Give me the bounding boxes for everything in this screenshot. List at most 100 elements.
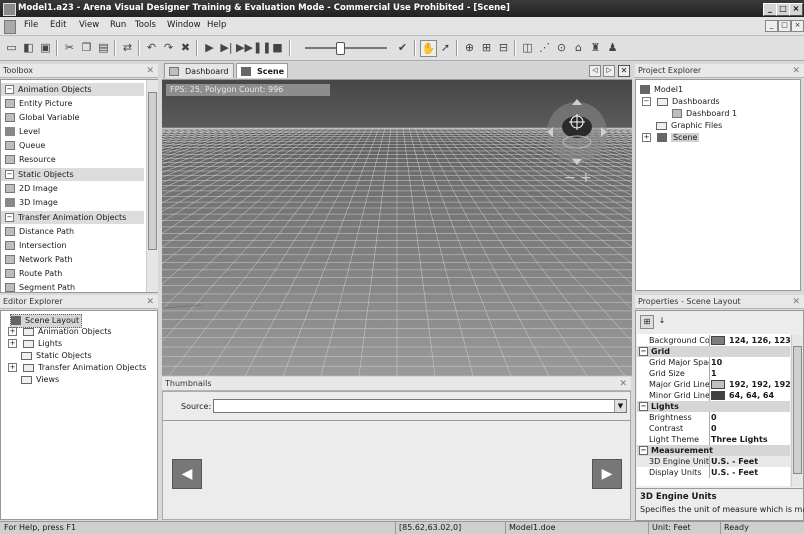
thumbnails-close-icon[interactable]: ✕ bbox=[619, 377, 627, 391]
tab-scene[interactable]: Scene bbox=[236, 63, 288, 78]
paste-icon[interactable]: ▤ bbox=[96, 40, 111, 55]
delete-icon[interactable]: ✖ bbox=[178, 40, 193, 55]
mdi-minimize-button[interactable]: _ bbox=[765, 20, 778, 32]
cut-icon[interactable]: ✂ bbox=[62, 40, 77, 55]
hand-pan-icon[interactable]: ✋ bbox=[420, 40, 437, 57]
minimize-button[interactable]: _ bbox=[763, 3, 777, 16]
prop-category-grid[interactable]: − Grid bbox=[637, 346, 790, 357]
prop-grid-size[interactable]: Grid Size 1 bbox=[637, 368, 790, 379]
prop-major-grid-line-color[interactable]: Major Grid Line C192, 192, 192 bbox=[637, 379, 791, 390]
fast-forward-icon[interactable]: ▶▶ bbox=[236, 40, 253, 55]
menu-run[interactable]: Run bbox=[110, 20, 126, 30]
source-dropdown[interactable]: ▼ bbox=[213, 399, 627, 413]
prop-3d-engine-units[interactable]: 3D Engine Units U.S. - Feet bbox=[637, 456, 790, 467]
open-file-icon[interactable]: ◧ bbox=[21, 40, 36, 55]
zoom-icon[interactable]: ⊙ bbox=[554, 40, 569, 55]
navigation-widget[interactable]: − + bbox=[542, 94, 622, 184]
speed-slider-track[interactable] bbox=[305, 47, 387, 49]
mdi-close-button[interactable]: × bbox=[791, 20, 804, 32]
prop-minor-grid-line-color[interactable]: Minor Grid Line C64, 64, 64 bbox=[637, 390, 790, 401]
menu-view[interactable]: View bbox=[79, 20, 99, 30]
prop-light-theme[interactable]: Light Theme Three Lights bbox=[637, 434, 790, 445]
tree-scene[interactable]: + Scene bbox=[642, 132, 700, 144]
toolbox-item-global-variable[interactable]: Global Variable bbox=[5, 111, 79, 124]
save-icon[interactable]: ▣ bbox=[38, 40, 53, 55]
new-file-icon[interactable]: ▭ bbox=[4, 40, 19, 55]
prop-contrast[interactable]: Contrast 0 bbox=[637, 423, 790, 434]
toolbox-category-static[interactable]: − Static Objects bbox=[1, 168, 144, 181]
chevron-down-icon[interactable]: ▼ bbox=[614, 400, 626, 412]
pointer-icon[interactable]: ➚ bbox=[438, 40, 453, 55]
properties-scrollbar[interactable] bbox=[791, 335, 803, 487]
play-icon[interactable]: ▶ bbox=[202, 40, 217, 55]
toolbox-item-level[interactable]: Level bbox=[5, 125, 40, 138]
close-button[interactable]: × bbox=[789, 3, 803, 16]
menu-edit[interactable]: Edit bbox=[50, 20, 66, 30]
menu-file[interactable]: File bbox=[24, 20, 38, 30]
prop-brightness[interactable]: Brightness 0 bbox=[637, 412, 790, 423]
copy-icon[interactable]: ❐ bbox=[79, 40, 94, 55]
home-icon[interactable]: ⌂ bbox=[571, 40, 586, 55]
plot-icon[interactable]: ⋰ bbox=[537, 40, 552, 55]
properties-scroll-thumb[interactable] bbox=[793, 346, 802, 474]
check-icon[interactable]: ✔ bbox=[395, 40, 410, 55]
toolbox-item-route-path[interactable]: Route Path bbox=[5, 267, 62, 280]
prop-grid-major-spacing[interactable]: Grid Major Spacin10 bbox=[637, 357, 790, 368]
stop-icon[interactable]: ■ bbox=[270, 40, 285, 55]
toolbox-item-resource[interactable]: Resource bbox=[5, 153, 56, 166]
tree-dashboards[interactable]: − Dashboards bbox=[642, 96, 720, 108]
project-explorer-close-icon[interactable]: ✕ bbox=[792, 64, 800, 78]
tree-dashboard-1[interactable]: Dashboard 1 bbox=[672, 108, 737, 120]
prop-category-measurement[interactable]: − Measurement bbox=[637, 445, 790, 456]
toolbox-item-queue[interactable]: Queue bbox=[5, 139, 45, 152]
layout-icon[interactable]: ⊟ bbox=[496, 40, 511, 55]
tree-lights[interactable]: + Lights bbox=[8, 338, 62, 350]
chart-icon[interactable]: ◫ bbox=[520, 40, 535, 55]
thumbnails-prev-button[interactable]: ◀ bbox=[172, 459, 202, 489]
undo-icon[interactable]: ↶ bbox=[144, 40, 159, 55]
tree-graphic-files[interactable]: Graphic Files bbox=[656, 120, 722, 132]
entity-icon[interactable]: ♟ bbox=[605, 40, 620, 55]
toolbox-scroll-thumb[interactable] bbox=[148, 92, 157, 250]
toolbox-item-entity-picture[interactable]: Entity Picture bbox=[5, 97, 72, 110]
toolbox-close-icon[interactable]: ✕ bbox=[146, 64, 154, 78]
tab-scroll-right-icon[interactable]: ▷ bbox=[603, 65, 615, 77]
tree-transfer-animation-objects[interactable]: + Transfer Animation Objects bbox=[8, 362, 146, 374]
redo-icon[interactable]: ↷ bbox=[161, 40, 176, 55]
grid-icon[interactable]: ⊞ bbox=[479, 40, 494, 55]
scene-viewport[interactable]: FPS: 25, Polygon Count: 996 − + bbox=[162, 80, 632, 376]
toolbox-item-distance-path[interactable]: Distance Path bbox=[5, 225, 74, 238]
toolbox-item-intersection[interactable]: Intersection bbox=[5, 239, 67, 252]
prop-display-units[interactable]: Display Units U.S. - Feet bbox=[637, 467, 790, 478]
resource-icon[interactable]: ♜ bbox=[588, 40, 603, 55]
toolbox-item-segment-path[interactable]: Segment Path bbox=[5, 281, 75, 294]
prop-category-lights[interactable]: − Lights bbox=[637, 401, 790, 412]
categorized-icon[interactable]: ⊞ bbox=[640, 315, 654, 329]
tree-model1[interactable]: Model1 bbox=[640, 84, 683, 96]
fit-icon[interactable]: ⊕ bbox=[462, 40, 477, 55]
toolbox-scrollbar[interactable] bbox=[146, 80, 158, 292]
maximize-button[interactable]: □ bbox=[776, 3, 790, 16]
tree-static-objects[interactable]: Static Objects bbox=[21, 350, 92, 362]
toolbox-item-network-path[interactable]: Network Path bbox=[5, 253, 73, 266]
mdi-restore-button[interactable]: □ bbox=[778, 20, 791, 32]
pause-icon[interactable]: ❚❚ bbox=[253, 40, 271, 55]
toolbox-item-2d-image[interactable]: 2D Image bbox=[5, 182, 58, 195]
toolbox-item-3d-image[interactable]: 3D Image bbox=[5, 196, 58, 209]
tree-animation-objects[interactable]: + Animation Objects bbox=[8, 326, 112, 338]
tab-scroll-left-icon[interactable]: ◁ bbox=[589, 65, 601, 77]
tab-close-icon[interactable]: ✕ bbox=[618, 65, 630, 77]
speed-slider-thumb[interactable] bbox=[336, 42, 345, 55]
step-icon[interactable]: ▶| bbox=[219, 40, 234, 55]
prop-background-color[interactable]: Background Colo124, 126, 123 bbox=[637, 335, 791, 346]
document-icon[interactable] bbox=[4, 20, 16, 34]
menu-window[interactable]: Window bbox=[167, 20, 201, 30]
editor-explorer-close-icon[interactable]: ✕ bbox=[146, 295, 154, 309]
sort-alpha-icon[interactable]: ↓ bbox=[656, 315, 668, 327]
properties-close-icon[interactable]: ✕ bbox=[792, 295, 800, 309]
menu-help[interactable]: Help bbox=[207, 20, 226, 30]
refresh-icon[interactable]: ⇄ bbox=[120, 40, 135, 55]
tree-views[interactable]: Views bbox=[21, 374, 59, 386]
menu-tools[interactable]: Tools bbox=[135, 20, 156, 30]
toolbox-category-animation[interactable]: − Animation Objects bbox=[1, 83, 144, 96]
